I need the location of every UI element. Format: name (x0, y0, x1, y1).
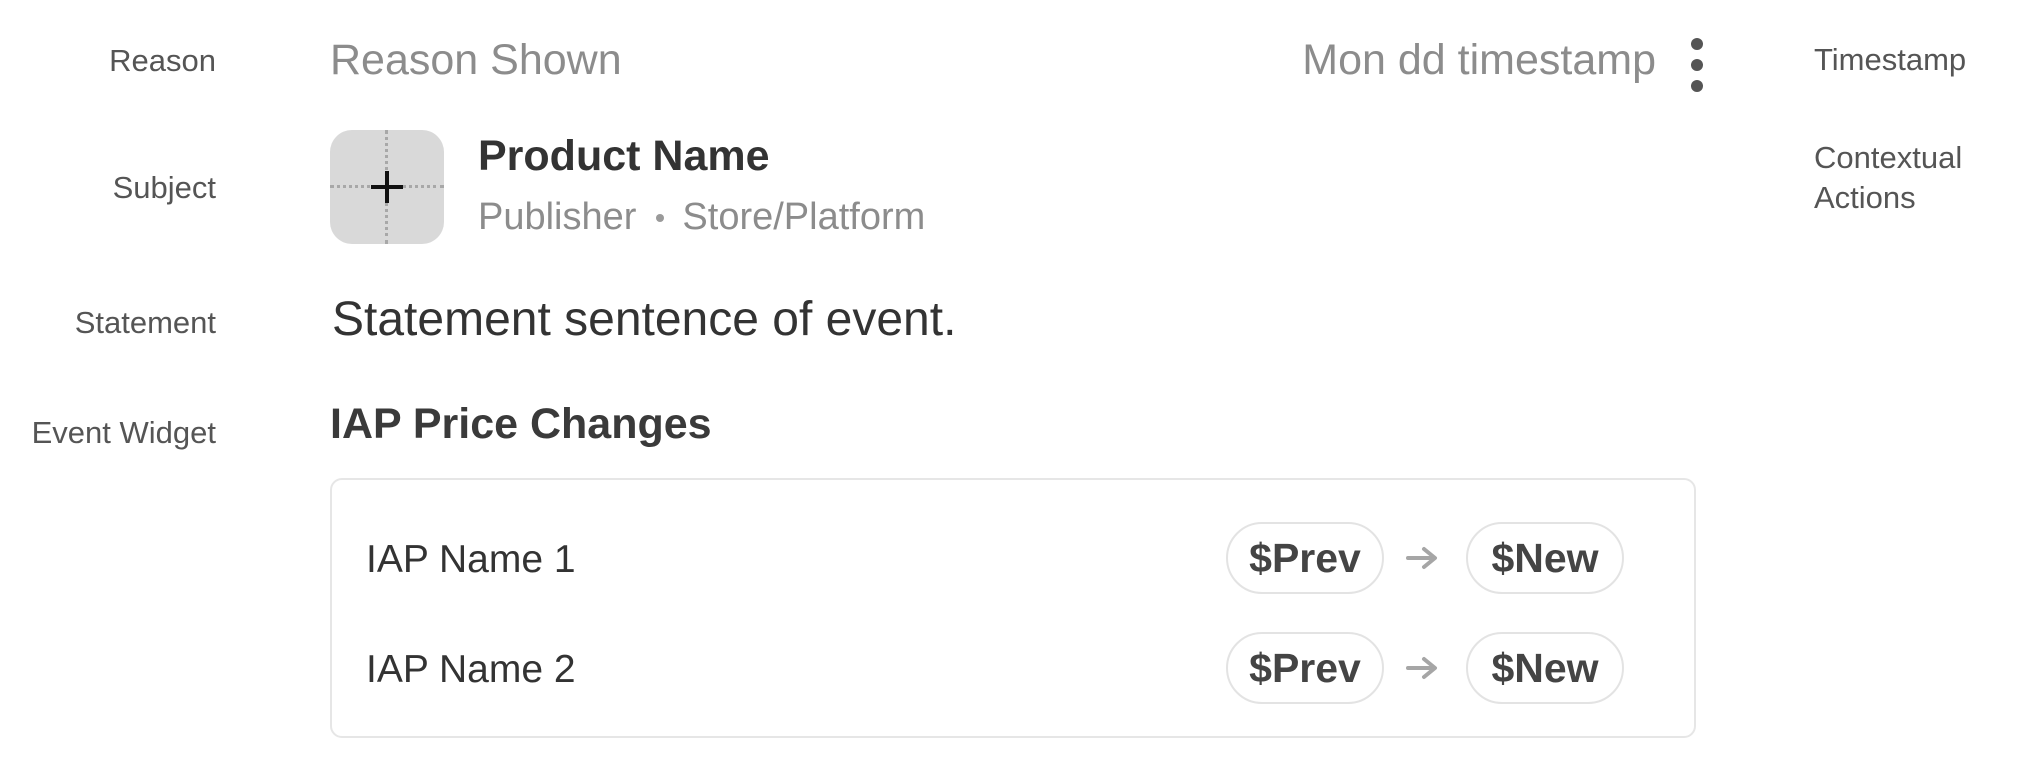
iap-name: IAP Name 2 (366, 648, 576, 691)
more-dot (1691, 80, 1703, 92)
subject-meta: Publisher Store/Platform (478, 196, 925, 239)
annotation-contextual-actions-line1: Contextual (1814, 140, 1963, 175)
statement-text: Statement sentence of event. (332, 293, 957, 346)
new-price-chip: $New (1466, 632, 1624, 704)
iap-name: IAP Name 1 (366, 538, 576, 581)
list-item: IAP Name 1 $Prev $New (332, 522, 1694, 598)
list-item: IAP Name 2 $Prev $New (332, 632, 1694, 708)
arrow-right-icon (1406, 657, 1437, 679)
annotation-contextual-actions: Contextual Actions (1814, 138, 1962, 219)
app-placeholder-icon[interactable] (330, 130, 444, 244)
prev-price-chip: $Prev (1226, 522, 1384, 594)
iap-price-changes-card: IAP Name 1 $Prev $New IAP Name 2 $Prev $… (330, 478, 1696, 738)
annotation-timestamp: Timestamp (1814, 42, 1967, 77)
more-dot (1691, 59, 1703, 71)
new-price-chip: $New (1466, 522, 1624, 594)
store-platform: Store/Platform (682, 196, 926, 238)
arrow-right-icon (1406, 547, 1437, 569)
more-dot (1691, 38, 1703, 50)
prev-price-chip: $Prev (1226, 632, 1384, 704)
publisher[interactable]: Publisher (478, 196, 636, 239)
separator-dot (656, 213, 665, 222)
annotation-statement: Statement (74, 305, 216, 340)
widget-title: IAP Price Changes (330, 400, 712, 448)
more-vert-icon[interactable] (1680, 38, 1714, 92)
annotation-reason: Reason (109, 43, 216, 78)
annotation-event-widget: Event Widget (31, 415, 216, 450)
annotation-contextual-actions-line2: Actions (1814, 180, 1916, 216)
event-timestamp: Mon dd timestamp (1302, 36, 1656, 84)
reason-shown: Reason Shown (330, 36, 622, 84)
annotation-subject: Subject (112, 170, 216, 205)
product-name[interactable]: Product Name (478, 132, 770, 181)
